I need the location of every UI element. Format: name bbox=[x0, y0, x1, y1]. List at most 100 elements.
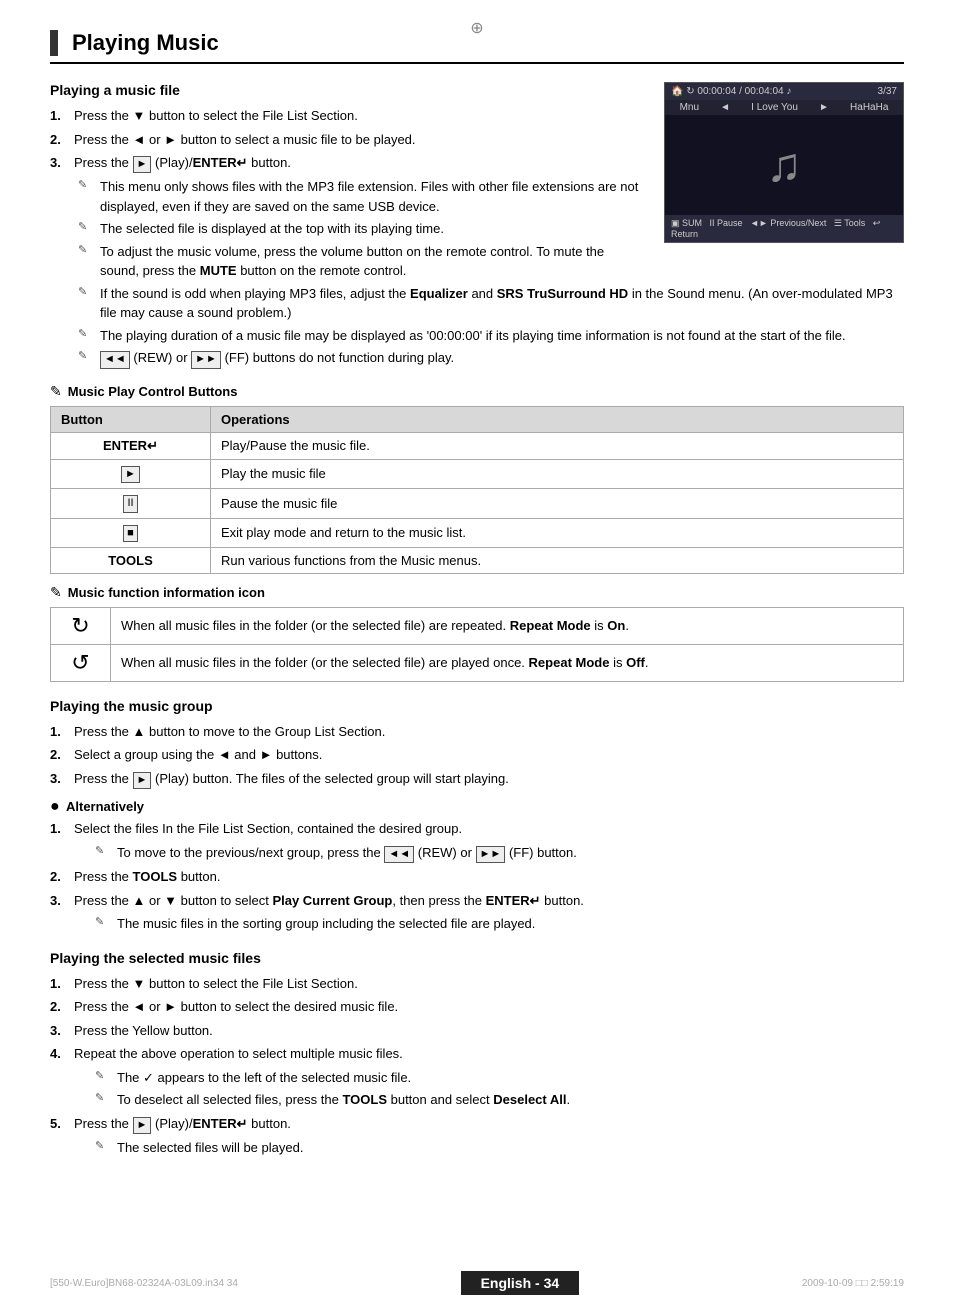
group-step-num-2: 2. bbox=[50, 745, 70, 765]
sel-step-3: 3. Press the Yellow button. bbox=[50, 1021, 904, 1041]
note-1: ✎ This menu only shows files with the MP… bbox=[78, 177, 646, 216]
step-1: 1. Press the ▼ button to select the File… bbox=[50, 106, 646, 126]
table-row: ► Play the music file bbox=[51, 459, 904, 488]
control-table: Button Operations ENTER↵ Play/Pause the … bbox=[50, 406, 904, 574]
btn-tools: TOOLS bbox=[51, 547, 211, 573]
alt-step-text-3: Press the ▲ or ▼ button to select Play C… bbox=[74, 891, 584, 911]
group-step-num-3: 3. bbox=[50, 769, 70, 789]
alt-step-text-2: Press the TOOLS button. bbox=[74, 867, 220, 887]
alt-step-2: 2. Press the TOOLS button. bbox=[50, 867, 904, 887]
note-text-5: The playing duration of a music file may… bbox=[100, 326, 846, 346]
op-play: Play the music file bbox=[211, 459, 904, 488]
sel-note-4-2: ✎ To deselect all selected files, press … bbox=[95, 1090, 904, 1110]
note-pencil-2: ✎ bbox=[78, 219, 96, 239]
btn-play: ► bbox=[51, 459, 211, 488]
step-text-2: Press the ◄ or ► button to select a musi… bbox=[74, 130, 416, 150]
step-3: 3. Press the ► (Play)/ENTER↵ button. bbox=[50, 153, 646, 173]
preview-content: ♫ bbox=[665, 115, 903, 215]
note-pencil-sel-1: ✎ bbox=[95, 1068, 113, 1088]
alt-step-num-1: 1. bbox=[50, 819, 70, 839]
bullet-dot: ● bbox=[50, 799, 66, 815]
alternatively-steps-2: 2. Press the TOOLS button. 3. Press the … bbox=[50, 867, 904, 910]
selected-music-steps-5: 5. Press the ► (Play)/ENTER↵ button. bbox=[50, 1114, 904, 1134]
alt-note-1-list: ✎ To move to the previous/next group, pr… bbox=[50, 843, 904, 863]
step-text-3: Press the ► (Play)/ENTER↵ button. bbox=[74, 153, 291, 173]
footer-right: 2009-10-09 □□ 2:59:19 bbox=[802, 1278, 904, 1289]
sel-note-4-1: ✎ The ✓ appears to the left of the selec… bbox=[95, 1068, 904, 1088]
preview-nav-bar: Mnu ◄ I Love You ► HaHaHa bbox=[665, 100, 903, 115]
note-pencil-1: ✎ bbox=[78, 177, 96, 216]
btn-stop: ■ bbox=[51, 518, 211, 547]
table-row: TOOLS Run various functions from the Mus… bbox=[51, 547, 904, 573]
group-step-text-3: Press the ► (Play) button. The files of … bbox=[74, 769, 509, 789]
alt-step-3: 3. Press the ▲ or ▼ button to select Pla… bbox=[50, 891, 904, 911]
note-text-4: If the sound is odd when playing MP3 fil… bbox=[100, 284, 904, 323]
page-footer: [550-W.Euro]BN68-02324A-03L09.in34 34 En… bbox=[0, 1271, 954, 1295]
group-step-text-2: Select a group using the ◄ and ► buttons… bbox=[74, 745, 322, 765]
note-pencil-5: ✎ bbox=[78, 326, 96, 346]
alt-step-1: 1. Select the files In the File List Sec… bbox=[50, 819, 904, 839]
alternatively-section: ● Alternatively 1. Select the files In t… bbox=[50, 799, 904, 933]
table-row: II Pause the music file bbox=[51, 489, 904, 518]
subsection-music-group-title: Playing the music group bbox=[50, 698, 904, 714]
sel-note-text-5-1: The selected files will be played. bbox=[117, 1138, 303, 1158]
desc-repeat-off: When all music files in the folder (or t… bbox=[111, 644, 904, 681]
sel-step-text-1: Press the ▼ button to select the File Li… bbox=[74, 974, 358, 994]
note-text-2: The selected file is displayed at the to… bbox=[100, 219, 444, 239]
preview-nav-next: ► bbox=[819, 102, 829, 113]
note-pencil-alt-1: ✎ bbox=[95, 843, 113, 863]
btn-enter: ENTER↵ bbox=[51, 432, 211, 459]
playing-music-file-section: 🏠 ↻ 00:00:04 / 00:04:04 ♪ 3/37 Mnu ◄ I L… bbox=[50, 82, 904, 373]
icon-table: ↻ When all music files in the folder (or… bbox=[50, 607, 904, 682]
sel-step-2: 2. Press the ◄ or ► button to select the… bbox=[50, 997, 904, 1017]
btn-pause: II bbox=[51, 489, 211, 518]
note-6: ✎ ◄◄ (REW) or ►► (FF) buttons do not fun… bbox=[78, 348, 904, 368]
alt-note-text-2: The music files in the sorting group inc… bbox=[117, 914, 535, 934]
op-tools: Run various functions from the Music men… bbox=[211, 547, 904, 573]
icon-repeat-off: ↺ bbox=[51, 644, 111, 681]
col-operations: Operations bbox=[211, 406, 904, 432]
table-row: ENTER↵ Play/Pause the music file. bbox=[51, 432, 904, 459]
note-pencil-6: ✎ bbox=[78, 348, 96, 368]
table-row: ↺ When all music files in the folder (or… bbox=[51, 644, 904, 681]
sel-step-num-1: 1. bbox=[50, 974, 70, 994]
step-2: 2. Press the ◄ or ► button to select a m… bbox=[50, 130, 646, 150]
group-step-1: 1. Press the ▲ button to move to the Gro… bbox=[50, 722, 904, 742]
alt-note-1: ✎ To move to the previous/next group, pr… bbox=[95, 843, 904, 863]
group-step-2: 2. Select a group using the ◄ and ► butt… bbox=[50, 745, 904, 765]
music-function-info-title: Music function information icon bbox=[68, 585, 265, 600]
preview-nav-prev: ◄ bbox=[720, 102, 730, 113]
music-group-steps: 1. Press the ▲ button to move to the Gro… bbox=[50, 722, 904, 789]
note-text-1: This menu only shows files with the MP3 … bbox=[100, 177, 646, 216]
sel-step-5: 5. Press the ► (Play)/ENTER↵ button. bbox=[50, 1114, 904, 1134]
title-bar-decoration bbox=[50, 30, 58, 56]
table-row: ↻ When all music files in the folder (or… bbox=[51, 607, 904, 644]
preview-top-right: 3/37 bbox=[878, 86, 897, 97]
note-5: ✎ The playing duration of a music file m… bbox=[78, 326, 904, 346]
sel-step-text-4: Repeat the above operation to select mul… bbox=[74, 1044, 403, 1064]
step-text-1: Press the ▼ button to select the File Li… bbox=[74, 106, 358, 126]
footer-page-label: English - 34 bbox=[461, 1271, 580, 1295]
alt-step-text-1: Select the files In the File List Sectio… bbox=[74, 819, 462, 839]
sel-notes-step5: ✎ The selected files will be played. bbox=[50, 1138, 904, 1158]
sel-step-text-2: Press the ◄ or ► button to select the de… bbox=[74, 997, 398, 1017]
group-step-num-1: 1. bbox=[50, 722, 70, 742]
sel-note-text-4-2: To deselect all selected files, press th… bbox=[117, 1090, 570, 1110]
col-button: Button bbox=[51, 406, 211, 432]
op-pause: Pause the music file bbox=[211, 489, 904, 518]
alt-note-text-1: To move to the previous/next group, pres… bbox=[117, 843, 577, 863]
note-2: ✎ The selected file is displayed at the … bbox=[78, 219, 646, 239]
note-text-3: To adjust the music volume, press the vo… bbox=[100, 242, 646, 281]
sel-notes-step4: ✎ The ✓ appears to the left of the selec… bbox=[50, 1068, 904, 1110]
sel-step-num-5: 5. bbox=[50, 1114, 70, 1134]
subsection-selected-music-title: Playing the selected music files bbox=[50, 950, 904, 966]
preview-nav-title: I Love You bbox=[751, 102, 798, 113]
group-step-text-1: Press the ▲ button to move to the Group … bbox=[74, 722, 385, 742]
step-num-1: 1. bbox=[50, 106, 70, 126]
note-pencil-3: ✎ bbox=[78, 242, 96, 281]
page-container: ⊕ Playing Music 🏠 ↻ 00:00:04 / 00:04:04 … bbox=[0, 0, 954, 1315]
note-4: ✎ If the sound is odd when playing MP3 f… bbox=[78, 284, 904, 323]
selected-music-steps: 1. Press the ▼ button to select the File… bbox=[50, 974, 904, 1064]
alternatively-header: ● Alternatively bbox=[50, 799, 904, 815]
icon-repeat-on: ↻ bbox=[51, 607, 111, 644]
